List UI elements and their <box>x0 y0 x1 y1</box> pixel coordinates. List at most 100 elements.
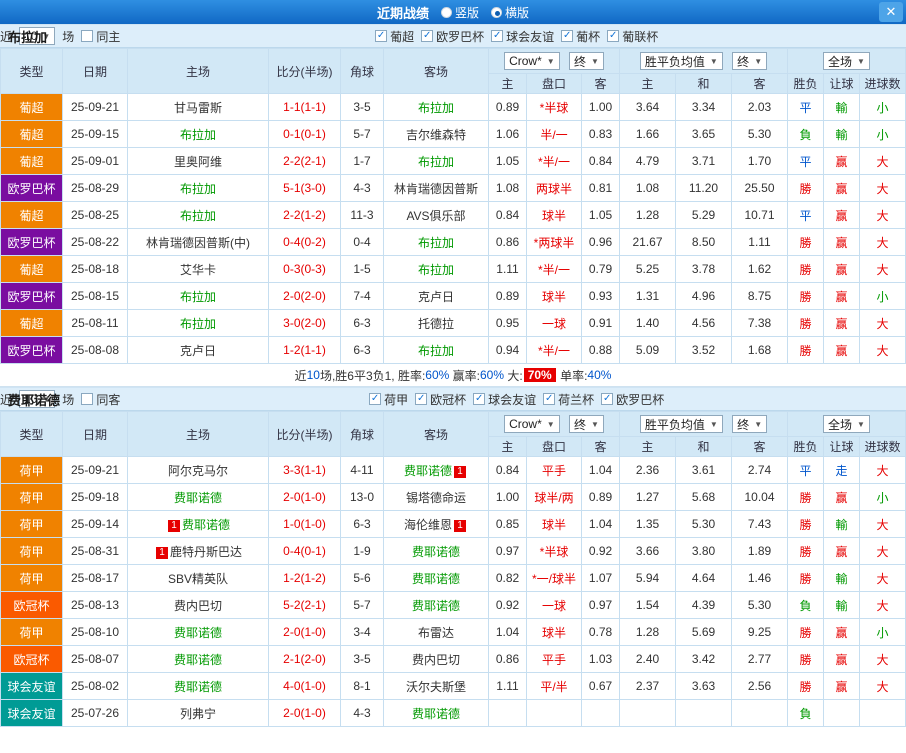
away-team[interactable]: 托德拉 <box>384 310 489 337</box>
final-average-select[interactable]: 终▼ <box>732 415 767 433</box>
final-average-select[interactable]: 终▼ <box>732 52 767 70</box>
home-team[interactable]: 布拉加 <box>128 310 269 337</box>
home-team[interactable]: 林肯瑞德因普斯(中) <box>128 229 269 256</box>
home-team[interactable]: 布拉加 <box>128 121 269 148</box>
same-venue-checkbox[interactable]: 同主 <box>81 28 120 45</box>
home-team[interactable]: 列弗宁 <box>128 700 269 727</box>
away-team[interactable]: 费内巴切 <box>384 646 489 673</box>
checkbox-icon <box>81 393 93 405</box>
home-team[interactable]: 克卢日 <box>128 337 269 364</box>
result-outcome: 平 <box>788 202 824 229</box>
league-filter-checkbox[interactable]: ✓欧罗巴杯 <box>421 28 484 45</box>
away-team[interactable]: 布雷达 <box>384 619 489 646</box>
away-team[interactable]: 费耶诺德 <box>384 538 489 565</box>
away-team[interactable]: 布拉加 <box>384 256 489 283</box>
home-team[interactable]: 1鹿特丹斯巴达 <box>128 538 269 565</box>
league-badge: 欧罗巴杯 <box>1 175 63 202</box>
league-filter-checkbox[interactable]: ✓球会友谊 <box>473 391 536 408</box>
home-team[interactable]: 费耶诺德 <box>128 619 269 646</box>
league-filter-checkbox[interactable]: ✓葡杯 <box>561 28 600 45</box>
summary-part: 40% <box>587 368 611 382</box>
away-team[interactable]: 吉尔维森特 <box>384 121 489 148</box>
home-team[interactable]: 甘马雷斯 <box>128 94 269 121</box>
away-team[interactable]: 布拉加 <box>384 229 489 256</box>
away-team[interactable]: 沃尔夫斯堡 <box>384 673 489 700</box>
away-team[interactable]: 费耶诺德 <box>384 700 489 727</box>
match-date: 25-08-08 <box>63 337 128 364</box>
league-filter-checkbox[interactable]: ✓葡联杯 <box>607 28 658 45</box>
home-team[interactable]: 费耶诺德 <box>128 484 269 511</box>
scope-select[interactable]: 全场▼ <box>823 52 870 70</box>
away-team[interactable]: AVS俱乐部 <box>384 202 489 229</box>
league-filter-checkbox[interactable]: ✓欧罗巴杯 <box>601 391 664 408</box>
result-handicap: 輸 <box>824 94 860 121</box>
home-team[interactable]: 布拉加 <box>128 202 269 229</box>
avg-odds-away: 5.30 <box>732 121 788 148</box>
home-team[interactable]: 费耶诺德 <box>128 646 269 673</box>
col-handicap-home: 主 <box>489 437 527 457</box>
home-team[interactable]: 艾华卡 <box>128 256 269 283</box>
home-team[interactable]: 布拉加 <box>128 175 269 202</box>
away-team[interactable]: 林肯瑞德因普斯 <box>384 175 489 202</box>
handicap-odds-home: 0.86 <box>489 229 527 256</box>
team-label: 布拉加 <box>180 317 216 331</box>
score-halftime: 0-4(0-1) <box>269 538 341 565</box>
result-handicap: 赢 <box>824 148 860 175</box>
home-team[interactable]: 1费耶诺德 <box>128 511 269 538</box>
avg-odds-away <box>732 700 788 727</box>
team-label: 沃尔夫斯堡 <box>406 680 466 694</box>
match-date: 25-08-10 <box>63 619 128 646</box>
home-team[interactable]: 费耶诺德 <box>128 673 269 700</box>
col-handicap-home: 主 <box>489 74 527 94</box>
avg-odds-home: 1.54 <box>620 592 676 619</box>
away-team[interactable]: 布拉加 <box>384 337 489 364</box>
result-outcome: 平 <box>788 94 824 121</box>
final-odds-select[interactable]: 终▼ <box>569 415 604 433</box>
corner-count: 3-5 <box>341 646 384 673</box>
team-label: 锡塔德命运 <box>406 491 466 505</box>
league-filter-checkbox[interactable]: ✓欧冠杯 <box>415 391 466 408</box>
bookmaker-select[interactable]: Crow*▼ <box>504 415 560 433</box>
same-venue-checkbox[interactable]: 同客 <box>81 391 120 408</box>
home-team[interactable]: 布拉加 <box>128 283 269 310</box>
home-team[interactable]: 阿尔克马尔 <box>128 457 269 484</box>
away-team[interactable]: 布拉加 <box>384 148 489 175</box>
score-halftime: 2-0(1-0) <box>269 619 341 646</box>
away-team[interactable]: 布拉加 <box>384 94 489 121</box>
team-label: 克卢日 <box>418 290 454 304</box>
summary-part: 赢率: <box>449 367 480 384</box>
handicap-odds-away: 1.03 <box>582 646 620 673</box>
home-team[interactable]: 里奥阿维 <box>128 148 269 175</box>
result-outcome: 負 <box>788 592 824 619</box>
avg-odds-home: 3.64 <box>620 94 676 121</box>
checkbox-label: 葡超 <box>390 28 414 45</box>
away-team[interactable]: 费耶诺德 <box>384 592 489 619</box>
result-outcome: 勝 <box>788 619 824 646</box>
avg-odds-away: 25.50 <box>732 175 788 202</box>
wdl-average-select[interactable]: 胜平负均值▼ <box>640 415 723 433</box>
layout-radio-horizontal[interactable]: 横版 <box>491 4 529 21</box>
bookmaker-select[interactable]: Crow*▼ <box>504 52 560 70</box>
avg-odds-home: 1.28 <box>620 619 676 646</box>
wdl-average-select[interactable]: 胜平负均值▼ <box>640 52 723 70</box>
scope-controls: 全场▼ <box>788 49 906 74</box>
away-team[interactable]: 海伦维恩1 <box>384 511 489 538</box>
league-filter-checkbox[interactable]: ✓荷兰杯 <box>543 391 594 408</box>
league-filter-checkbox[interactable]: ✓球会友谊 <box>491 28 554 45</box>
away-team[interactable]: 费耶诺德 <box>384 565 489 592</box>
away-team[interactable]: 费耶诺德1 <box>384 457 489 484</box>
team-label: 布拉加 <box>180 209 216 223</box>
col-corner: 角球 <box>341 412 384 457</box>
layout-radio-vertical[interactable]: 竖版 <box>441 4 479 21</box>
league-filter-checkbox[interactable]: ✓荷甲 <box>369 391 408 408</box>
home-team[interactable]: SBV精英队 <box>128 565 269 592</box>
corner-count: 5-6 <box>341 565 384 592</box>
league-filter-checkbox[interactable]: ✓葡超 <box>375 28 414 45</box>
scope-select[interactable]: 全场▼ <box>823 415 870 433</box>
home-team[interactable]: 费内巴切 <box>128 592 269 619</box>
away-team[interactable]: 锡塔德命运 <box>384 484 489 511</box>
away-team[interactable]: 克卢日 <box>384 283 489 310</box>
close-button[interactable]: ✕ <box>879 2 903 22</box>
final-odds-select[interactable]: 终▼ <box>569 52 604 70</box>
league-badge: 荷甲 <box>1 511 63 538</box>
